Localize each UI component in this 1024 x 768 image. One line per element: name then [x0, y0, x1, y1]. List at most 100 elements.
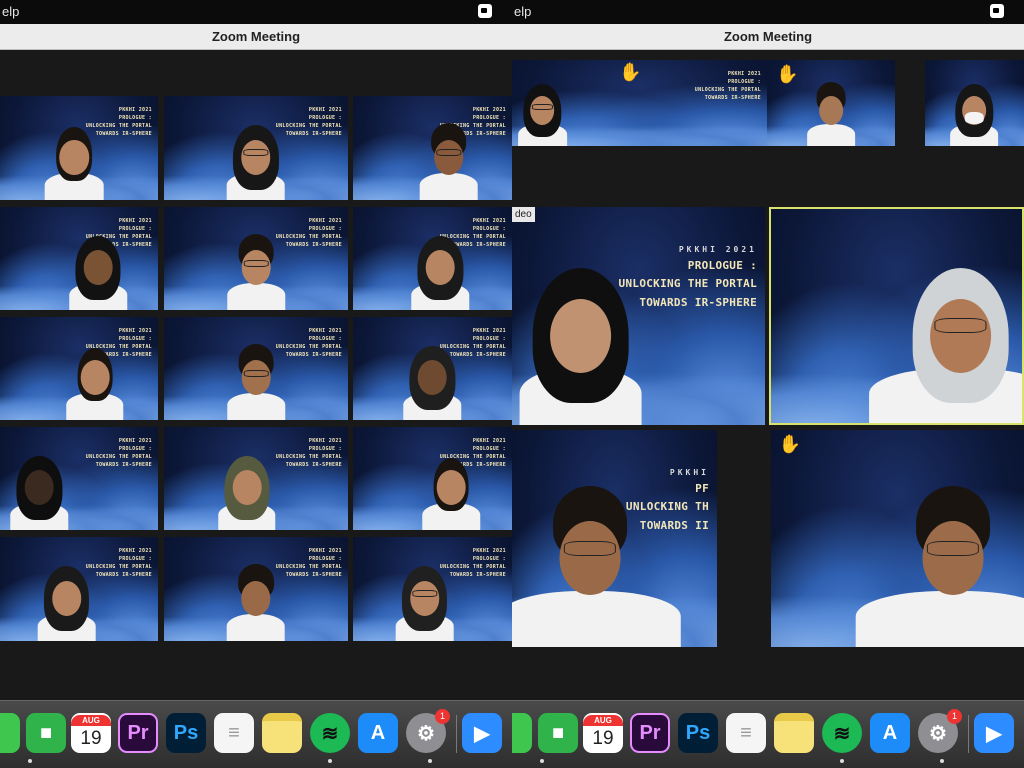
reminders-icon[interactable]: ≡: [726, 713, 766, 753]
participant: [417, 96, 479, 200]
gallery-view: PKKHI 2021 PROLOGUE : UNLOCKING THE PORTAL…: [0, 50, 512, 700]
participant: [67, 207, 129, 310]
participant-video-tile[interactable]: PKKHI 2021 PROLOGUE : UNLOCKING THE PORTAL…: [0, 427, 158, 530]
participant: [517, 60, 569, 146]
running-indicator: [540, 759, 544, 763]
participant-video-tile[interactable]: PKKHI 2021 PROLOGUE : UNLOCKING THE PORTAL…: [353, 537, 512, 641]
running-indicator: [28, 759, 32, 763]
caption-line: TOWARDS IR-SPHERE: [704, 95, 761, 101]
app-label: Ps: [685, 721, 711, 744]
system-preferences-icon[interactable]: ⚙ 1: [918, 709, 962, 753]
zoom-menu-icon[interactable]: [478, 4, 492, 18]
menu-bar: elp: [512, 0, 1024, 24]
participant-video-tile[interactable]: PKKHI 2021 PROLOGUE : UNLOCKING THE PORTAL…: [0, 207, 158, 310]
participant-video-tile[interactable]: PKKHI 2021 PROLOGUE : UNLOCKING THE PORTAL…: [353, 207, 512, 310]
background-caption: PKKHI 2021 PROLOGUE : UNLOCKING THE PORTAL…: [695, 70, 761, 102]
participant-video-tile[interactable]: PKKHI 2021 PROLOGUE : UNLOCKING THE PORTAL…: [512, 60, 767, 146]
participant-video-tile[interactable]: ✋: [767, 60, 895, 146]
dock: ■ AUG 19 Pr Ps ≡ ≋ A ⚙ 1 ▶: [0, 700, 512, 768]
calendar-day: 19: [80, 727, 102, 749]
caption-line: PKKHI 2021: [727, 71, 761, 77]
participant-video-tile[interactable]: PKKHI 2021 PROLOGUE : UNLOCKING THE PORTAL…: [353, 427, 512, 530]
system-preferences-icon[interactable]: ⚙ 1: [406, 709, 450, 753]
participant: [393, 537, 455, 641]
participant: [855, 430, 1024, 647]
window-title: Zoom Meeting: [0, 24, 512, 50]
participant: [225, 537, 287, 641]
participant-video-tile[interactable]: PKKHI 2021 PROLOGUE : UNLOCKING THE PORTAL…: [164, 427, 348, 530]
photoshop-icon[interactable]: Ps: [678, 713, 718, 753]
caption-line: PROLOGUE :: [727, 79, 761, 85]
participant: [402, 317, 464, 420]
app-store-icon[interactable]: A: [870, 713, 910, 753]
gallery-view: PKKHI 2021 PROLOGUE : UNLOCKING THE PORTAL…: [512, 50, 1024, 700]
window-title: Zoom Meeting: [512, 24, 1024, 50]
caption-line: TOWARDS IR-SPHERE: [95, 462, 152, 468]
spotify-icon[interactable]: ≋: [822, 713, 862, 753]
participant-video-tile[interactable]: PKKHI 2021 PROLOGUE : UNLOCKING THE PORTAL…: [164, 537, 348, 641]
reminders-icon[interactable]: ≡: [214, 713, 254, 753]
messages-icon[interactable]: [512, 713, 532, 753]
participant-video-tile[interactable]: PKKHI 2021 PROLOGUE : UNLOCKING THE PORTAL…: [0, 96, 158, 200]
participant: [9, 427, 71, 530]
participant-video-tile[interactable]: PKKHI PF UNLOCKING TH TOWARDS II: [512, 430, 717, 647]
participant-video-tile[interactable]: [925, 60, 1024, 146]
menu-help[interactable]: elp: [514, 4, 531, 19]
notes-icon[interactable]: [774, 713, 814, 753]
dock-separator: [456, 715, 457, 753]
participant-video-tile[interactable]: PKKHI 2021 PROLOGUE : UNLOCKING THE PORTAL…: [164, 207, 348, 310]
participant: [225, 207, 287, 310]
participant-video-tile[interactable]: PKKHI 2021 PROLOGUE : UNLOCKING THE PORTAL…: [164, 96, 348, 200]
participant-video-tile[interactable]: [769, 207, 1024, 425]
caption-line: UNLOCKING THE PORTAL: [694, 87, 761, 93]
participant: [64, 317, 126, 420]
participant-video-tile[interactable]: PKKHI 2021 PROLOGUE : UNLOCKING THE PORTAL…: [0, 537, 158, 641]
caption-line: UNLOCKING THE PORTAL: [275, 454, 342, 460]
facetime-icon[interactable]: ■: [538, 713, 578, 753]
premiere-pro-icon[interactable]: Pr: [630, 713, 670, 753]
running-indicator: [428, 759, 432, 763]
participant: [805, 60, 857, 146]
caption-line: PROLOGUE :: [118, 446, 152, 452]
running-indicator: [940, 759, 944, 763]
participant-video-tile[interactable]: PKKHI 2021 PROLOGUE : UNLOCKING THE PORTAL…: [0, 317, 158, 420]
participant: [512, 430, 682, 647]
notification-badge: 1: [435, 709, 450, 724]
participant: [421, 427, 483, 530]
background-caption: PKKHI 2021 PROLOGUE : UNLOCKING THE PORTAL…: [276, 437, 342, 469]
participant-video-tile[interactable]: PKKHI 2021 PROLOGUE : UNLOCKING THE PORTAL…: [164, 317, 348, 420]
spotify-icon[interactable]: ≋: [310, 713, 350, 753]
caption-line: UNLOCKING THE PORTAL: [85, 454, 152, 460]
calendar-month: AUG: [583, 714, 623, 726]
dock: ■ AUG 19 Pr Ps ≡ ≋ A ⚙ 1 ▶: [512, 700, 1024, 768]
premiere-pro-icon[interactable]: Pr: [118, 713, 158, 753]
notification-badge: 1: [947, 709, 962, 724]
participant-video-tile[interactable]: PKKHI 2021 PROLOGUE : UNLOCKING THE PORTAL…: [353, 96, 512, 200]
app-label: Pr: [127, 721, 149, 744]
participant: [225, 317, 287, 420]
messages-icon[interactable]: [0, 713, 20, 753]
raised-hand-icon: ✋: [775, 64, 799, 85]
caption-line: PROLOGUE :: [308, 446, 342, 452]
calendar-icon[interactable]: AUG 19: [71, 713, 111, 753]
running-indicator: [840, 759, 844, 763]
calendar-month: AUG: [71, 714, 111, 726]
menu-help[interactable]: elp: [2, 4, 19, 19]
zoom-icon[interactable]: ▶: [462, 713, 502, 753]
participant-video-tile[interactable]: ✋: [771, 430, 1024, 647]
app-label: Pr: [639, 721, 661, 744]
participant-video-tile[interactable]: PKKHI 2021 PROLOGUE : UNLOCKING THE PORTAL…: [353, 317, 512, 420]
dock-separator: [968, 715, 969, 753]
calendar-icon[interactable]: AUG 19: [583, 713, 623, 753]
photoshop-icon[interactable]: Ps: [166, 713, 206, 753]
notes-icon[interactable]: [262, 713, 302, 753]
background-caption: PKKHI 2021 PROLOGUE : UNLOCKING THE PORTAL…: [86, 437, 152, 469]
caption-line: PKKHI 2021: [118, 438, 152, 444]
running-indicator: [328, 759, 332, 763]
facetime-icon[interactable]: ■: [26, 713, 66, 753]
participant-video-tile[interactable]: PKKHI 2021 PROLOGUE : UNLOCKING THE PORTAL…: [512, 207, 765, 425]
app-store-icon[interactable]: A: [358, 713, 398, 753]
zoom-menu-icon[interactable]: [990, 4, 1004, 18]
zoom-icon[interactable]: ▶: [974, 713, 1014, 753]
caption-line: PKKHI 2021: [308, 438, 342, 444]
